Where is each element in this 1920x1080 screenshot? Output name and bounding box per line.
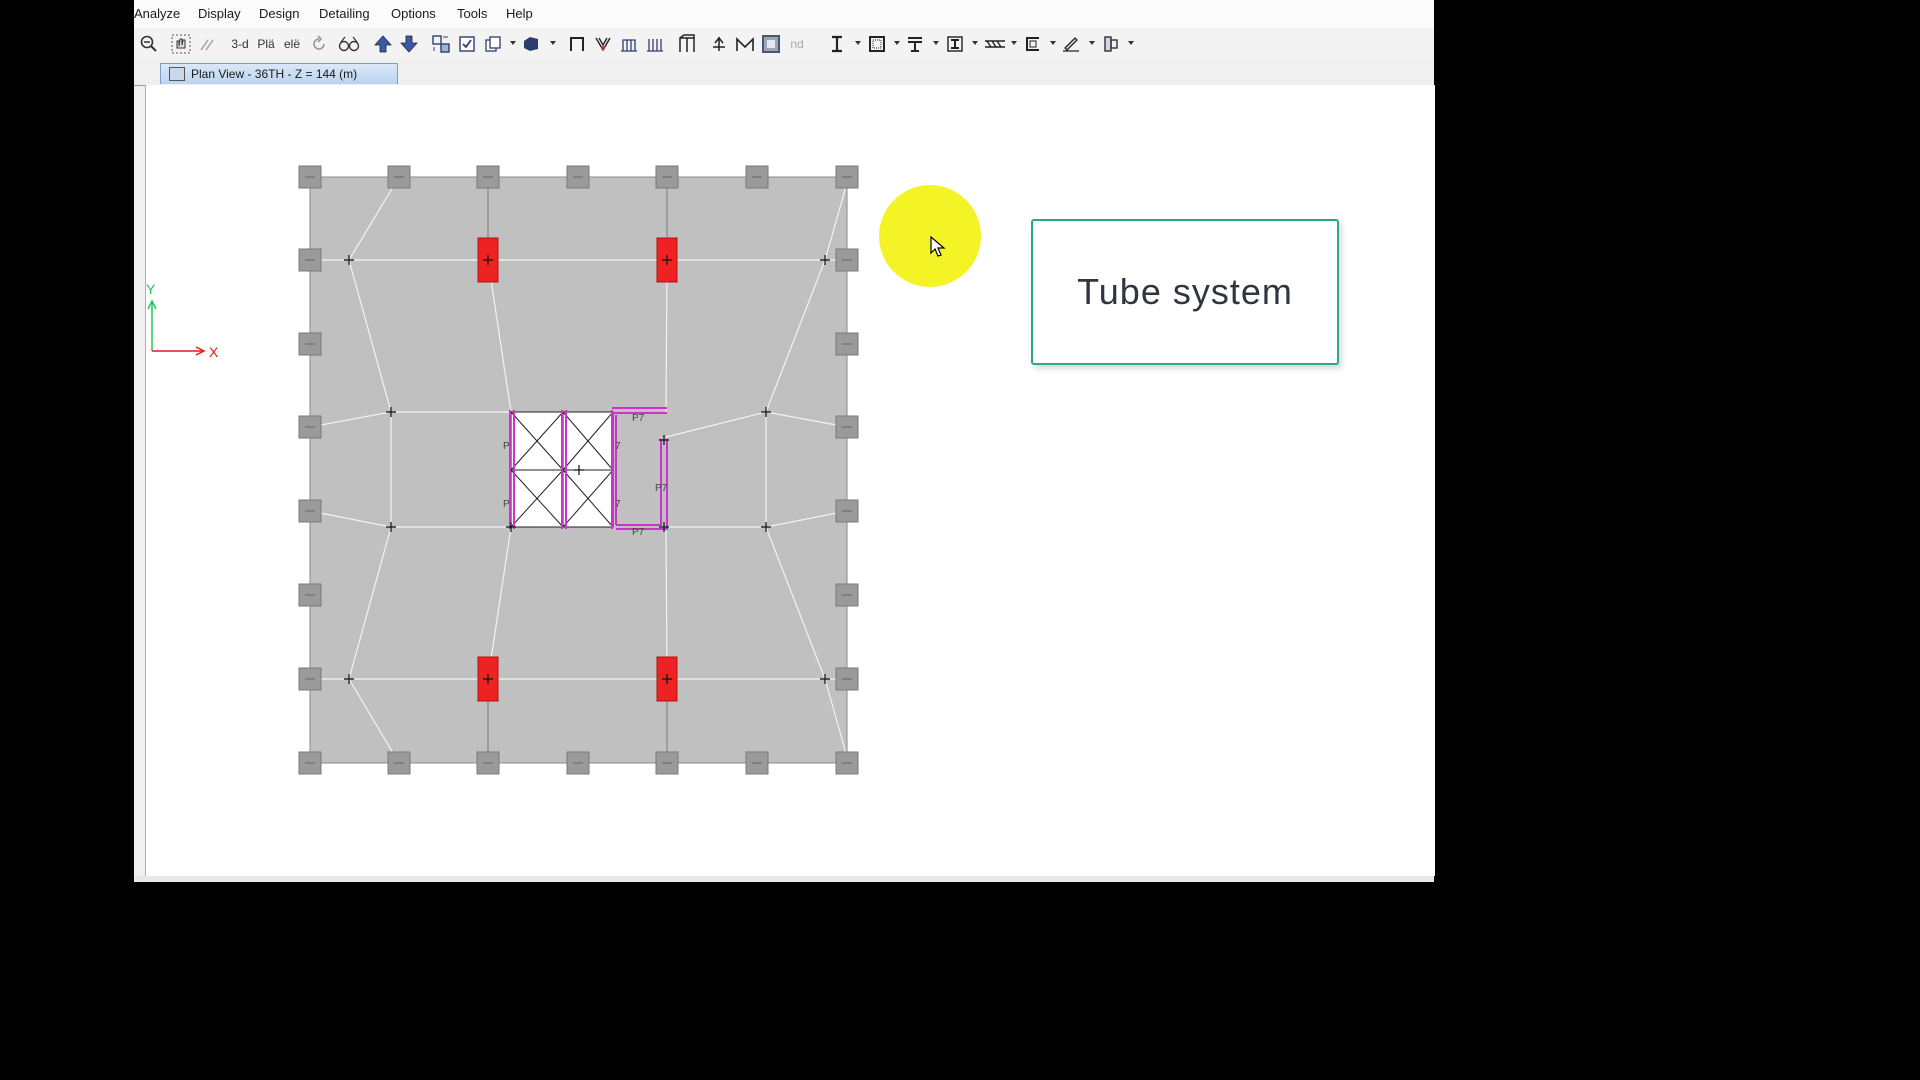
model-canvas[interactable]: P7 P7 P7 P P 7 7 Y X Tube system [145, 85, 1435, 876]
rotate-icon[interactable] [308, 33, 330, 55]
i-beam-dropdown-arrow[interactable] [972, 41, 978, 45]
render-view-icon[interactable] [760, 33, 782, 55]
move-down-icon[interactable] [398, 33, 420, 55]
mouse-pointer-icon [930, 236, 946, 257]
perspective-toggle-icon[interactable] [338, 33, 360, 55]
draw-dropdown-arrow[interactable] [1089, 41, 1095, 45]
menu-bar: Analyze Display Design Detailing Options… [134, 0, 1434, 28]
hatch-dropdown-arrow[interactable] [1011, 41, 1017, 45]
checkbox-select-icon[interactable] [456, 33, 478, 55]
plan-view-icon [169, 67, 185, 81]
channel-dropdown-arrow[interactable] [1050, 41, 1056, 45]
menu-detailing[interactable]: Detailing [319, 6, 370, 21]
moment-icon[interactable] [734, 33, 756, 55]
tube-system-callout: Tube system [1031, 219, 1339, 365]
point-load-icon[interactable] [708, 33, 730, 55]
i-section-icon[interactable] [826, 33, 848, 55]
pier-label: P [503, 499, 510, 510]
beam-grid-icon[interactable] [618, 33, 640, 55]
box-section-icon[interactable] [866, 33, 888, 55]
pan-icon[interactable] [170, 33, 192, 55]
shape-dropdown-arrow[interactable] [550, 41, 556, 45]
tab-plan-view[interactable]: Plan View - 36TH - Z = 144 (m) [160, 63, 398, 84]
view-3d-button[interactable]: 3-d [228, 33, 252, 55]
section-dropdown-arrow[interactable] [855, 41, 861, 45]
menu-analyze[interactable]: Analyze [134, 6, 180, 21]
wall-frame-icon[interactable] [676, 33, 698, 55]
copy-dropdown-arrow[interactable] [510, 41, 516, 45]
pier-label: P [503, 441, 510, 452]
select-all-icon[interactable] [430, 33, 452, 55]
menu-options[interactable]: Options [391, 6, 436, 21]
t-dropdown-arrow[interactable] [933, 41, 939, 45]
pier-label: 7 [615, 441, 621, 452]
menu-display[interactable]: Display [198, 6, 241, 21]
menu-help[interactable]: Help [506, 6, 533, 21]
tab-label: Plan View - 36TH - Z = 144 (m) [191, 67, 358, 81]
column-dropdown-arrow[interactable] [1128, 41, 1134, 45]
callout-text: Tube system [1077, 271, 1293, 312]
status-bar [134, 876, 1434, 882]
move-up-icon[interactable] [372, 33, 394, 55]
elevation-view-button[interactable]: elë [280, 33, 304, 55]
y-axis-label: Y [146, 281, 156, 297]
hatch-icon[interactable] [982, 33, 1008, 55]
axis-triad [147, 299, 206, 356]
menu-design[interactable]: Design [259, 6, 299, 21]
plan-view-button[interactable]: Plä [254, 33, 278, 55]
zoom-out-icon[interactable] [138, 33, 160, 55]
copy-icon[interactable] [482, 33, 504, 55]
pier-label: P7 [655, 483, 668, 494]
menu-tools[interactable]: Tools [457, 6, 487, 21]
i-beam-icon[interactable] [944, 33, 966, 55]
etabs-window: Analyze Display Design Detailing Options… [134, 0, 1435, 882]
pier-label: P7 [632, 413, 645, 424]
floor-plan-drawing[interactable]: P7 P7 P7 P P 7 7 [146, 85, 1435, 876]
nd-button[interactable]: nd [786, 33, 808, 55]
object-shape-icon[interactable] [520, 33, 542, 55]
brace-icon[interactable] [592, 33, 614, 55]
x-axis-label: X [209, 344, 219, 360]
pointer-disabled-icon[interactable] [196, 33, 218, 55]
column-section-icon[interactable] [1100, 33, 1122, 55]
pier-label: 7 [615, 499, 621, 510]
document-tab-strip: Plan View - 36TH - Z = 144 (m) [134, 59, 1434, 86]
channel-section-icon[interactable] [1022, 33, 1044, 55]
t-section-icon[interactable] [904, 33, 926, 55]
secondary-beam-icon[interactable] [644, 33, 666, 55]
pier-label: P7 [632, 527, 645, 538]
toolbar: 3-d Plä elë nd [134, 28, 1434, 59]
box-dropdown-arrow[interactable] [894, 41, 900, 45]
draw-tool-icon[interactable] [1060, 33, 1082, 55]
frame-icon[interactable] [566, 33, 588, 55]
